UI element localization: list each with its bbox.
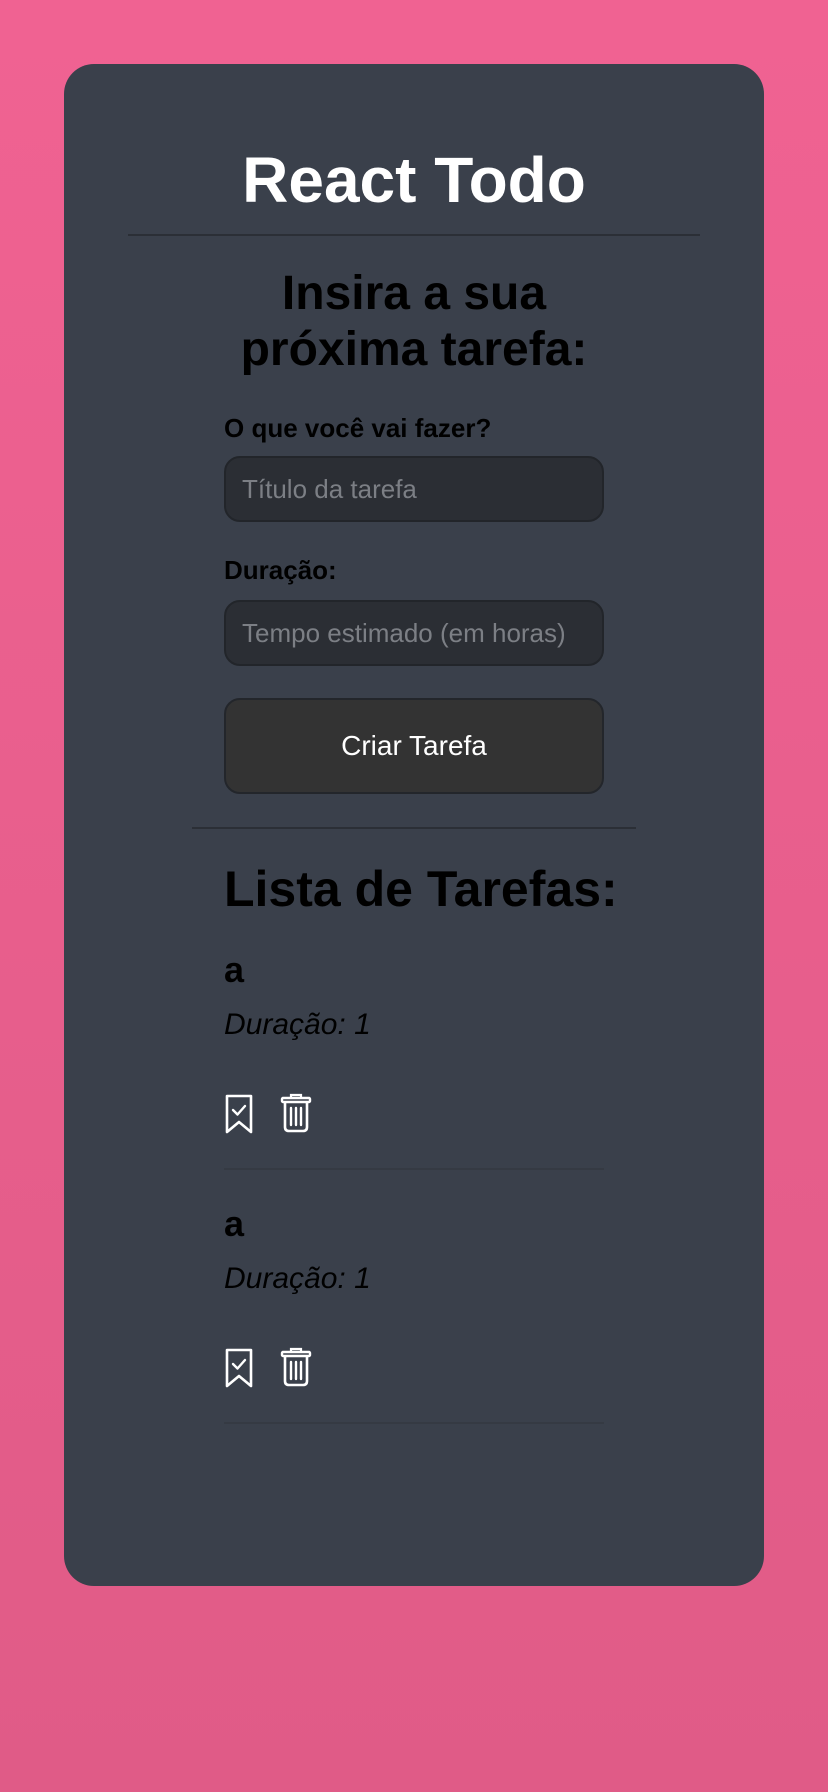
task-item: a Duração: 1 xyxy=(224,1202,604,1424)
task-item-duration: Duração: 1 xyxy=(224,1008,371,1041)
task-duration-input[interactable] xyxy=(224,600,604,666)
task-duration-label: Duração: xyxy=(224,555,337,585)
task-item-duration: Duração: 1 xyxy=(224,1262,371,1295)
task-title-label: O que você vai fazer? xyxy=(224,413,492,443)
form-heading: Insira a sua próxima tarefa: xyxy=(240,267,588,376)
form-divider xyxy=(192,827,636,829)
task-list-heading: Lista de Tarefas: xyxy=(224,861,618,917)
task-item-title: a xyxy=(224,949,245,990)
bookmark-check-icon[interactable] xyxy=(224,1347,256,1388)
trash-icon[interactable] xyxy=(280,1093,312,1133)
create-task-button[interactable]: Criar Tarefa xyxy=(224,698,604,794)
task-item-title: a xyxy=(224,1203,245,1244)
task-item-actions xyxy=(224,1344,312,1390)
task-title-input[interactable] xyxy=(224,456,604,522)
task-item-actions xyxy=(224,1090,312,1136)
task-item: a Duração: 1 xyxy=(224,948,604,1170)
app-title: React Todo xyxy=(242,144,586,216)
bookmark-check-icon[interactable] xyxy=(224,1093,256,1134)
title-divider xyxy=(128,234,700,236)
trash-icon[interactable] xyxy=(280,1347,312,1387)
